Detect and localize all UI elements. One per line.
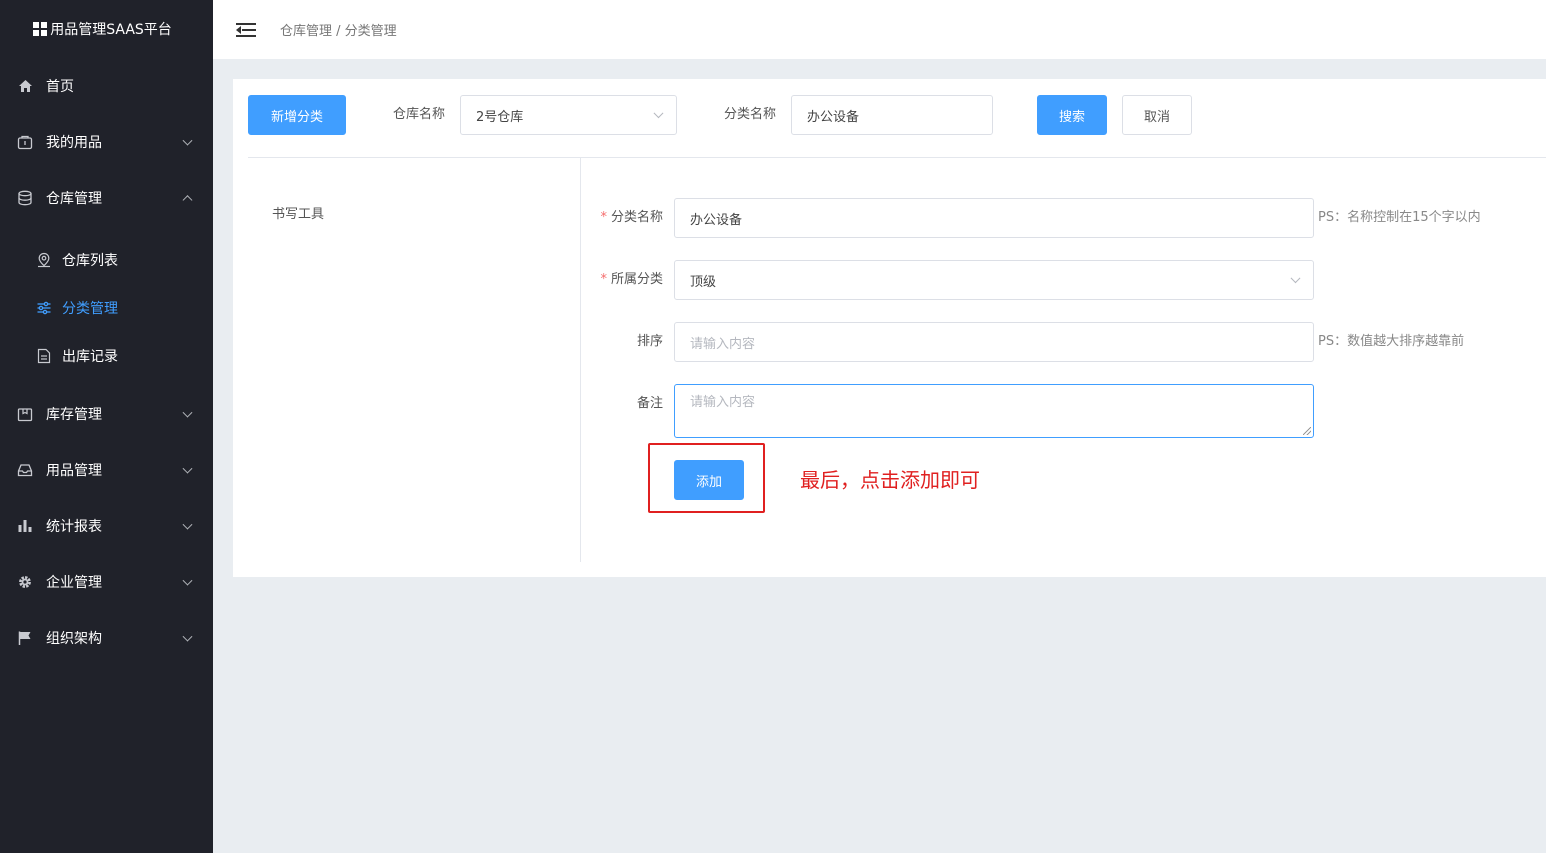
sidebar-item-enterprise[interactable]: 企业管理 [0, 554, 213, 610]
sort-input-placeholder: 请输入内容 [690, 336, 756, 352]
required-asterisk: * [600, 272, 607, 287]
parent-category-value: 顶级 [690, 274, 717, 290]
box-icon [17, 406, 33, 422]
sidebar-item-label: 首页 [46, 79, 74, 95]
sidebar-item-organization[interactable]: 组织架构 [0, 610, 213, 666]
grid-logo-icon [33, 22, 48, 36]
sidebar-item-label: 用品管理 [46, 463, 102, 479]
sidebar-item-label: 仓库管理 [46, 191, 102, 207]
menu-collapse-icon[interactable] [236, 22, 256, 38]
sidebar-item-label: 库存管理 [46, 407, 102, 423]
sidebar-item-label: 企业管理 [46, 575, 102, 591]
category-name-field-value: 办公设备 [690, 212, 743, 228]
form-label-name: * 分类名称 [583, 198, 663, 238]
sidebar-item-warehouse-list[interactable]: 仓库列表 [0, 236, 213, 284]
sidebar-item-label: 仓库列表 [62, 253, 118, 269]
category-name-input-value: 办公设备 [807, 109, 860, 125]
app-title: 用品管理SAAS平台 [50, 22, 172, 38]
sidebar-item-statistics[interactable]: 统计报表 [0, 498, 213, 554]
submit-add-button[interactable]: 添加 [674, 460, 744, 500]
home-icon [17, 78, 33, 94]
sidebar-item-inventory[interactable]: 库存管理 [0, 386, 213, 442]
category-name-input[interactable]: 办公设备 [791, 95, 993, 135]
warehouse-name-label: 仓库名称 [393, 107, 446, 122]
sidebar-item-warehouse[interactable]: 仓库管理 [0, 170, 213, 226]
sidebar-item-home[interactable]: 首页 [0, 58, 213, 114]
sidebar-item-label: 统计报表 [46, 519, 102, 535]
chevron-down-icon [182, 519, 193, 530]
bag-icon [17, 134, 33, 150]
warehouse-submenu: 仓库列表 分类管理 出库记录 [0, 226, 213, 386]
flag-icon [17, 630, 33, 646]
annotation-text: 最后，点击添加即可 [800, 468, 980, 492]
chevron-down-icon [653, 108, 664, 119]
chevron-down-icon [182, 407, 193, 418]
inbox-icon [17, 462, 33, 478]
required-asterisk: * [600, 210, 607, 225]
sidebar-item-outbound-records[interactable]: 出库记录 [0, 332, 213, 380]
chevron-down-icon [182, 575, 193, 586]
sort-hint: PS：数值越大排序越靠前 [1318, 334, 1465, 349]
sidebar-item-supplies-management[interactable]: 用品管理 [0, 442, 213, 498]
sidebar-item-label: 分类管理 [62, 301, 118, 317]
category-tree-item[interactable]: 书写工具 [272, 203, 324, 222]
sidebar-item-category-management[interactable]: 分类管理 [0, 284, 213, 332]
sliders-icon [36, 300, 52, 316]
sidebar-item-my-supplies[interactable]: 我的用品 [0, 114, 213, 170]
form-label-text: 分类名称 [610, 210, 663, 225]
top-header: 仓库管理 / 分类管理 [213, 0, 1546, 59]
sidebar-item-label: 组织架构 [46, 631, 102, 647]
breadcrumb: 仓库管理 / 分类管理 [280, 24, 397, 39]
database-icon [17, 190, 33, 206]
add-category-button[interactable]: 新增分类 [248, 95, 346, 135]
bar-chart-icon [17, 518, 33, 534]
parent-category-select[interactable]: 顶级 [674, 260, 1314, 300]
divider [580, 158, 581, 562]
form-label-sort: 排序 [636, 334, 663, 349]
chevron-up-icon [182, 195, 193, 206]
category-name-label: 分类名称 [724, 107, 777, 122]
sidebar: 用品管理SAAS平台 首页 我的用品 仓库管理 仓库列表 分类管理 出库记录 库… [0, 0, 213, 853]
divider [248, 157, 1546, 158]
chevron-down-icon [182, 135, 193, 146]
form-label-text: 所属分类 [610, 272, 663, 287]
location-pin-icon [36, 252, 52, 268]
form-label-remark: 备注 [636, 396, 663, 411]
app-logo[interactable]: 用品管理SAAS平台 [0, 0, 213, 58]
sidebar-item-label: 出库记录 [62, 349, 118, 365]
gear-icon [17, 574, 33, 590]
warehouse-select-value: 2号仓库 [476, 109, 524, 125]
search-button[interactable]: 搜索 [1037, 95, 1107, 135]
main-panel: 新增分类 仓库名称 2号仓库 分类名称 办公设备 搜索 取消 书写工具 * 分类名… [233, 79, 1546, 577]
cancel-button[interactable]: 取消 [1122, 95, 1192, 135]
chevron-down-icon [182, 463, 193, 474]
sort-input[interactable]: 请输入内容 [674, 322, 1314, 362]
document-icon [36, 348, 52, 364]
category-name-field[interactable]: 办公设备 [674, 198, 1314, 238]
warehouse-select[interactable]: 2号仓库 [460, 95, 677, 135]
chevron-down-icon [182, 631, 193, 642]
name-hint: PS：名称控制在15个字以内 [1318, 210, 1481, 225]
chevron-down-icon [1290, 273, 1301, 284]
resize-handle-icon[interactable] [1303, 427, 1311, 435]
toolbar: 新增分类 仓库名称 2号仓库 分类名称 办公设备 搜索 取消 [248, 95, 1546, 135]
remark-placeholder: 请输入内容 [690, 395, 756, 410]
sidebar-item-label: 我的用品 [46, 135, 102, 151]
form-label-parent: * 所属分类 [583, 260, 663, 300]
remark-textarea[interactable]: 请输入内容 [674, 384, 1314, 438]
